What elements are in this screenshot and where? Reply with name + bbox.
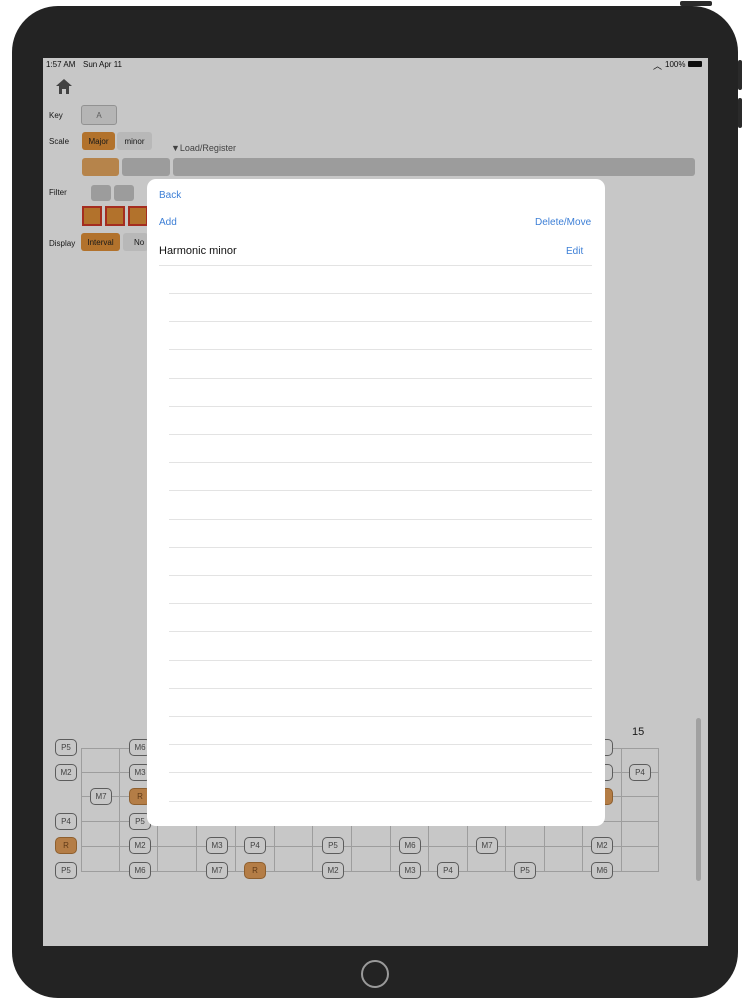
- list-separator: [169, 716, 592, 717]
- list-separator: [169, 349, 592, 350]
- load-register-popover: Back Add Delete/Move Harmonic minor Edit: [147, 179, 605, 826]
- list-separator: [169, 462, 592, 463]
- list-separator: [169, 660, 592, 661]
- list-separator: [169, 603, 592, 604]
- list-separator: [169, 688, 592, 689]
- volume-up-button: [738, 60, 742, 90]
- scale-list-item[interactable]: Harmonic minor: [159, 245, 237, 257]
- list-separator: [159, 265, 592, 266]
- volume-down-button: [738, 98, 742, 128]
- list-separator: [169, 406, 592, 407]
- list-separator: [169, 519, 592, 520]
- screen: 1:57 AM Sun Apr 11 ︿ 100% Key A Scale Ma…: [43, 58, 708, 946]
- delete-move-button[interactable]: Delete/Move: [535, 217, 591, 228]
- list-separator: [169, 490, 592, 491]
- home-button[interactable]: [361, 960, 389, 988]
- add-button[interactable]: Add: [159, 217, 177, 228]
- list-separator: [169, 378, 592, 379]
- list-separator: [169, 321, 592, 322]
- list-separator: [169, 547, 592, 548]
- list-separator: [169, 772, 592, 773]
- list-separator: [169, 744, 592, 745]
- list-separator: [169, 293, 592, 294]
- back-button[interactable]: Back: [159, 190, 181, 201]
- list-separator: [169, 801, 592, 802]
- power-button: [680, 1, 712, 6]
- list-separator: [169, 631, 592, 632]
- edit-button[interactable]: Edit: [566, 246, 583, 257]
- list-separator: [169, 434, 592, 435]
- list-separator: [169, 575, 592, 576]
